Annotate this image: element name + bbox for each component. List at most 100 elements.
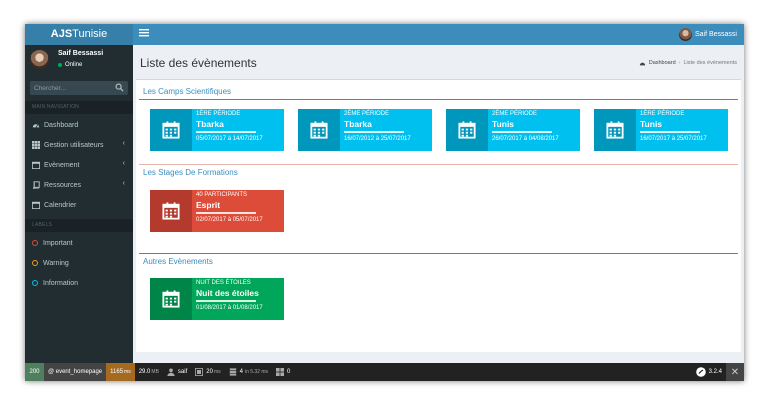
sidebar-label-text: Important <box>43 239 73 247</box>
event-progress-bar <box>196 131 256 133</box>
database-icon <box>229 368 236 376</box>
user-avatar <box>30 50 49 69</box>
breadcrumb-dashboard-link[interactable]: Dashboard <box>649 60 676 66</box>
sidebar-item-evenement[interactable]: Evènement ‹ <box>25 155 133 175</box>
page-title: Liste des évènements <box>140 56 257 70</box>
event-card[interactable]: NUIT DES ÉTOILES Nuit des étoiles 01/08/… <box>150 278 284 320</box>
memory-unit: MB <box>151 369 159 375</box>
sidebar-label-text: Warning <box>43 259 69 267</box>
event-period: 1ÈRE PÉRIODE <box>196 111 241 117</box>
security-user-name: saif <box>177 369 188 375</box>
render-time-unit: ms <box>213 369 221 375</box>
event-card-info: 1ÈRE PÉRIODE Tunis 16/07/2017 à 25/07/20… <box>640 111 725 142</box>
sidebar-item-label: Dashboard <box>44 121 79 129</box>
search-input[interactable] <box>30 81 114 95</box>
sidebar-item-label: Calendrier <box>44 201 77 209</box>
event-dates: 02/07/2017 à 05/07/2017 <box>196 217 263 223</box>
event-period: 1ÈRE PÉRIODE <box>640 111 685 117</box>
event-card-info: NUIT DES ÉTOILES Nuit des étoiles 01/08/… <box>196 280 281 311</box>
database-queries-count: 4 <box>239 369 243 375</box>
section-divider <box>139 99 738 100</box>
memory-usage[interactable]: 29.0 MB <box>135 363 163 381</box>
route-name[interactable]: @ event_homepage <box>44 363 107 381</box>
twig-panel[interactable]: 0 <box>272 363 294 381</box>
section-divider <box>139 164 738 165</box>
event-dates: 05/07/2017 à 14/07/2017 <box>196 136 263 142</box>
event-progress-bar <box>196 212 256 214</box>
event-dates: 26/07/2017 à 04/08/2017 <box>492 136 559 142</box>
section-divider <box>139 253 738 254</box>
calendar-icon <box>32 201 40 209</box>
breadcrumb-current: Liste des évènements <box>683 60 737 66</box>
events-box: Les Camps Scientifiques 1ÈRE PÉRIODE Tba… <box>136 79 741 352</box>
render-time[interactable]: 20 ms <box>191 363 224 381</box>
memory-value: 29.0 <box>138 369 151 375</box>
circle-icon <box>32 260 38 266</box>
sidebar-label-text: Information <box>43 279 79 287</box>
symfony-version[interactable]: 3.2.4 <box>692 363 726 381</box>
sidebar-toggle-icon[interactable] <box>139 27 153 41</box>
grid-icon <box>276 368 285 376</box>
security-user[interactable]: saif <box>163 363 191 381</box>
dashboard-icon <box>32 124 40 128</box>
sidebar-item-label: Gestion utilisateurs <box>44 141 104 149</box>
sidebar-label-warning[interactable]: Warning <box>25 253 133 273</box>
user-menu[interactable]: Saif Bessassi <box>678 27 737 42</box>
grid-icon <box>32 141 40 149</box>
calendar-icon <box>150 190 192 232</box>
chevron-left-icon: ‹ <box>122 140 125 147</box>
database-queries[interactable]: 4 in 5.32 ms <box>225 363 272 381</box>
event-card-info: 1ÈRE PÉRIODE Tbarka 05/07/2017 à 14/07/2… <box>196 111 281 142</box>
section-title-autres[interactable]: Autres Evènements <box>143 257 213 266</box>
event-place: Tbarka <box>196 119 224 129</box>
event-card[interactable]: 2ÈME PÉRIODE Tbarka 16/07/2012 à 25/07/2… <box>298 109 432 151</box>
calendar-icon <box>594 109 636 151</box>
event-card[interactable]: 1ÈRE PÉRIODE Tbarka 05/07/2017 à 14/07/2… <box>150 109 284 151</box>
event-period: 2ÈME PÉRIODE <box>492 111 538 117</box>
sidebar-label-important[interactable]: Important <box>25 233 133 253</box>
user-icon <box>167 368 175 376</box>
content-area: Liste des évènements Dashboard › Liste d… <box>133 45 744 363</box>
search-icon[interactable] <box>115 83 125 93</box>
sidebar-item-calendrier[interactable]: Calendrier <box>25 195 133 215</box>
symfony-version-text: 3.2.4 <box>708 369 722 375</box>
request-time[interactable]: 1165 ms <box>106 363 135 381</box>
sidebar-item-label: Evènement <box>44 161 80 169</box>
event-card[interactable]: 2ÈME PÉRIODE Tunis 26/07/2017 à 04/08/20… <box>446 109 580 151</box>
sidebar: Saif Bessassi Online MAIN NAVIGATION Das… <box>25 45 133 363</box>
sidebar-item-label: Ressources <box>44 181 81 189</box>
event-progress-bar <box>640 131 700 133</box>
image-icon <box>195 368 204 376</box>
top-navbar: Saif Bessassi <box>133 24 744 45</box>
circle-icon <box>32 280 38 286</box>
event-place: Tunis <box>640 119 663 129</box>
render-time-value: 20 <box>206 369 213 375</box>
event-place: Tbarka <box>344 119 372 129</box>
event-progress-bar <box>196 300 256 302</box>
event-card[interactable]: 40 PARTICIPANTS Esprit 02/07/2017 à 05/0… <box>150 190 284 232</box>
symfony-logo-icon <box>695 367 706 377</box>
status-code-badge[interactable]: 200 <box>25 363 44 381</box>
event-progress-bar <box>344 131 404 133</box>
sidebar-item-dashboard[interactable]: Dashboard <box>25 115 133 135</box>
labels-header: LABELS <box>25 219 133 232</box>
twig-count: 0 <box>287 369 291 375</box>
section-title-camps[interactable]: Les Camps Scientifiques <box>143 87 231 96</box>
breadcrumb: Dashboard › Liste des évènements <box>639 60 737 66</box>
request-time-value: 1165 <box>110 369 124 375</box>
user-status: Online <box>58 62 82 68</box>
event-card[interactable]: 1ÈRE PÉRIODE Tunis 16/07/2017 à 25/07/20… <box>594 109 728 151</box>
debug-toolbar: 200 @ event_homepage 1165 ms 29.0 MB saif … <box>25 363 744 381</box>
sidebar-label-information[interactable]: Information <box>25 273 133 293</box>
close-toolbar-icon[interactable]: ✕ <box>726 363 744 381</box>
event-progress-bar <box>492 131 552 133</box>
sidebar-item-gestion-utilisateurs[interactable]: Gestion utilisateurs ‹ <box>25 135 133 155</box>
circle-icon <box>32 240 38 246</box>
section-title-stages[interactable]: Les Stages De Formations <box>143 168 238 177</box>
event-dates: 16/07/2017 à 25/07/2017 <box>640 136 707 142</box>
calendar-icon <box>32 161 40 169</box>
brand-logo[interactable]: AJSTunisie <box>25 24 133 45</box>
database-queries-time: in 5.32 ms <box>244 369 269 375</box>
sidebar-item-ressources[interactable]: Ressources ‹ <box>25 175 133 195</box>
dashboard-icon <box>639 62 645 66</box>
